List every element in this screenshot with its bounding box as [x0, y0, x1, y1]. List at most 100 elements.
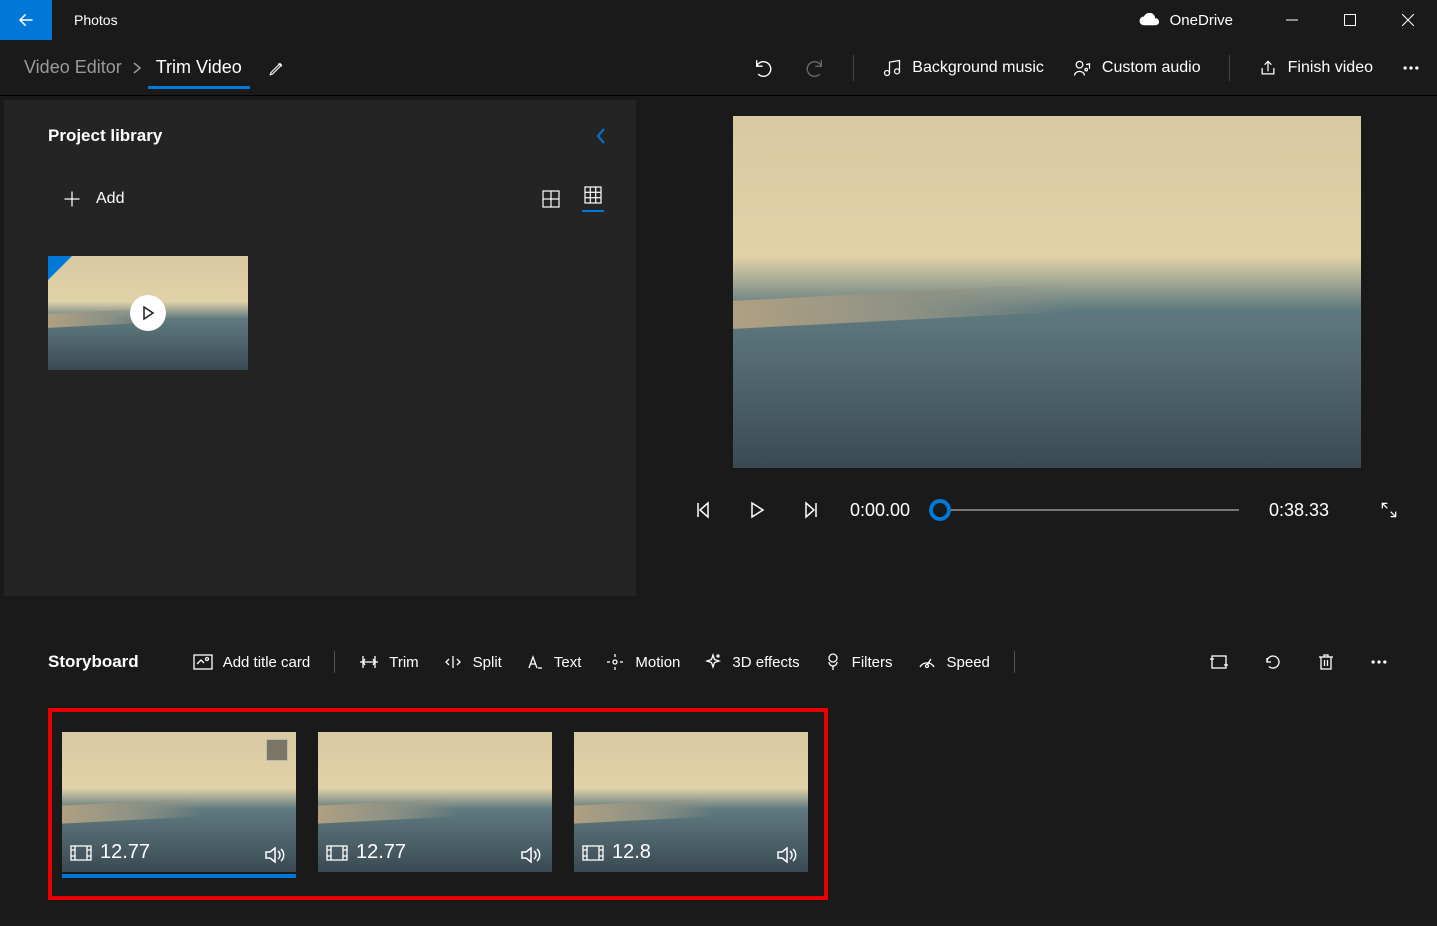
- active-tab[interactable]: Trim Video: [148, 57, 250, 89]
- add-title-card-button[interactable]: Add title card: [193, 654, 311, 671]
- seek-slider[interactable]: [940, 498, 1239, 522]
- arrow-left-icon: [17, 11, 35, 29]
- chevron-left-icon: [594, 127, 608, 145]
- speed-button[interactable]: Speed: [917, 653, 990, 671]
- sparkle-icon: [704, 653, 722, 671]
- close-icon: [1402, 14, 1414, 26]
- speed-icon: [917, 653, 937, 671]
- text-icon: [526, 654, 544, 670]
- undo-button[interactable]: [753, 57, 775, 79]
- clip-audio-icon: [264, 846, 286, 864]
- filters-button[interactable]: Filters: [824, 653, 893, 671]
- storyboard-clip[interactable]: 12.77: [62, 732, 296, 872]
- plus-icon: [62, 189, 82, 209]
- storyboard-section: Storyboard Add title card Trim Split Tex…: [0, 642, 1437, 900]
- cloud-icon: [1138, 13, 1160, 27]
- back-button[interactable]: [0, 0, 52, 40]
- storyboard-more-button[interactable]: [1369, 652, 1389, 672]
- onedrive-button[interactable]: OneDrive: [1138, 12, 1233, 29]
- selection-corner-icon: [48, 256, 72, 280]
- view-large-button[interactable]: [542, 190, 560, 208]
- step-back-button[interactable]: [694, 501, 712, 519]
- more-icon: [1401, 58, 1421, 78]
- film-icon: [582, 845, 604, 861]
- pencil-icon: [268, 59, 286, 77]
- window-close-button[interactable]: [1379, 0, 1437, 40]
- background-music-label: Background music: [912, 59, 1044, 77]
- window-maximize-button[interactable]: [1321, 0, 1379, 40]
- step-back-icon: [694, 501, 712, 519]
- text-button[interactable]: Text: [526, 654, 582, 671]
- step-forward-icon: [802, 501, 820, 519]
- view-small-button[interactable]: [582, 186, 604, 212]
- export-icon: [1258, 58, 1278, 78]
- delete-clip-button[interactable]: [1317, 652, 1335, 672]
- chevron-right-icon: [132, 61, 142, 75]
- motion-button[interactable]: Motion: [605, 652, 680, 672]
- user-audio-icon: [1072, 58, 1092, 78]
- toolbar-separator: [1229, 55, 1230, 81]
- breadcrumb-separator: [130, 61, 148, 75]
- 3d-effects-button[interactable]: 3D effects: [704, 653, 799, 671]
- storyboard-clip[interactable]: 12.8: [574, 732, 808, 872]
- crop-icon: [1209, 654, 1229, 670]
- clip-checkbox[interactable]: [266, 739, 288, 761]
- title-bar: Photos OneDrive: [0, 0, 1437, 40]
- finish-video-label: Finish video: [1288, 59, 1373, 77]
- clip-duration-label: 12.77: [100, 841, 150, 864]
- clip-audio-icon: [776, 846, 798, 864]
- project-library-panel: Project library Add: [4, 100, 636, 596]
- add-media-button[interactable]: Add: [48, 189, 124, 209]
- breadcrumb-video-editor[interactable]: Video Editor: [16, 57, 130, 78]
- play-overlay-icon: [130, 295, 166, 331]
- panel-collapse-button[interactable]: [594, 127, 608, 145]
- split-icon: [443, 654, 463, 670]
- preview-area: 0:00.00 0:38.33: [636, 96, 1437, 596]
- split-button[interactable]: Split: [443, 654, 502, 671]
- minimize-icon: [1286, 14, 1298, 26]
- more-button[interactable]: [1401, 58, 1421, 78]
- film-icon: [326, 845, 348, 861]
- add-media-label: Add: [96, 190, 124, 208]
- storyboard-clip[interactable]: 12.77: [318, 732, 552, 872]
- resize-canvas-button[interactable]: [1209, 654, 1229, 670]
- more-icon: [1369, 652, 1389, 672]
- custom-audio-button[interactable]: Custom audio: [1072, 58, 1201, 78]
- rename-button[interactable]: [268, 59, 286, 77]
- finish-video-button[interactable]: Finish video: [1258, 58, 1373, 78]
- toolbar-separator: [853, 55, 854, 81]
- seek-thumb[interactable]: [929, 499, 951, 521]
- play-button[interactable]: [748, 501, 766, 519]
- trash-icon: [1317, 652, 1335, 672]
- rotate-icon: [1263, 652, 1283, 672]
- rotate-button[interactable]: [1263, 652, 1283, 672]
- redo-icon: [803, 57, 825, 79]
- library-clip-thumbnail[interactable]: [48, 256, 248, 370]
- storyboard-title: Storyboard: [48, 652, 139, 672]
- background-music-button[interactable]: Background music: [882, 58, 1044, 78]
- custom-audio-label: Custom audio: [1102, 59, 1201, 77]
- video-preview[interactable]: [733, 116, 1361, 468]
- current-time-label: 0:00.00: [850, 500, 910, 521]
- speaker-icon: [520, 846, 542, 864]
- storyboard-toolbar: Storyboard Add title card Trim Split Tex…: [48, 642, 1389, 682]
- clip-audio-icon: [520, 846, 542, 864]
- grid-large-icon: [542, 190, 560, 208]
- maximize-icon: [1344, 14, 1356, 26]
- redo-button[interactable]: [803, 57, 825, 79]
- play-icon: [748, 501, 766, 519]
- window-minimize-button[interactable]: [1263, 0, 1321, 40]
- step-forward-button[interactable]: [802, 501, 820, 519]
- undo-icon: [753, 57, 775, 79]
- active-clip-underline: [62, 874, 296, 878]
- project-library-title: Project library: [48, 126, 162, 146]
- fullscreen-button[interactable]: [1379, 500, 1399, 520]
- motion-icon: [605, 652, 625, 672]
- trim-button[interactable]: Trim: [359, 654, 418, 671]
- speaker-icon: [264, 846, 286, 864]
- speaker-icon: [776, 846, 798, 864]
- clip-duration-label: 12.77: [356, 841, 406, 864]
- title-card-icon: [193, 654, 213, 670]
- music-icon: [882, 58, 902, 78]
- app-title: Photos: [52, 12, 1138, 28]
